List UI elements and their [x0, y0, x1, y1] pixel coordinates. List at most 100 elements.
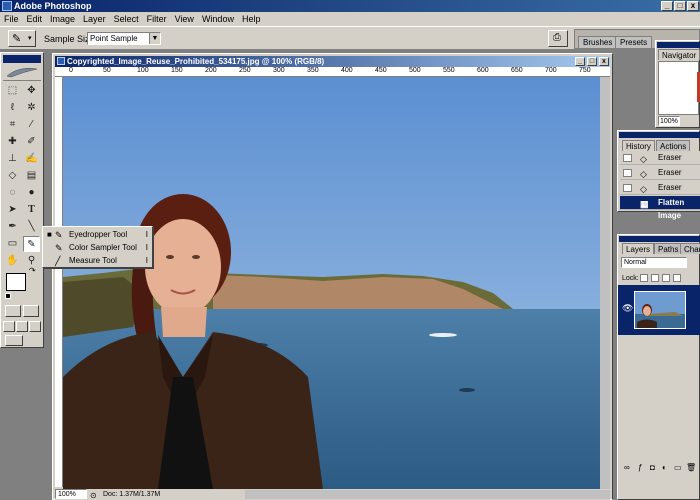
status-arrow-icon[interactable]: ⊙: [90, 490, 97, 500]
history-row[interactable]: ◇ Eraser: [620, 151, 700, 165]
minimize-button[interactable]: _: [661, 1, 673, 11]
eraser-tool-icon[interactable]: ◇: [4, 168, 21, 184]
clone-stamp-tool-icon[interactable]: ⊥: [4, 151, 21, 167]
history-row[interactable]: ◇ Eraser: [620, 181, 700, 195]
history-snapshot-checkbox[interactable]: [623, 169, 632, 177]
sample-size-value: Point Sample: [90, 34, 138, 43]
menu-filter[interactable]: Filter: [143, 12, 171, 26]
image-canvas[interactable]: [63, 77, 600, 489]
history-snapshot-checkbox[interactable]: [623, 154, 632, 162]
lock-label: Lock:: [622, 275, 639, 282]
vertical-scrollbar[interactable]: [600, 77, 610, 489]
layer-row-background[interactable]: 👁: [618, 285, 700, 335]
move-tool-icon[interactable]: ✥: [23, 83, 40, 99]
flyout-item-color-sampler[interactable]: ✎ Color Sampler Tool I: [45, 241, 151, 254]
toolbox: ⬚ ✥ ℓ ✲ ⌗ ⁄ ✚ ✐ ⊥ ✍ ◇ ▤ ◌ ● ➤ T ✒ ╲ ▭ ✎ …: [0, 52, 44, 348]
quick-mask-button[interactable]: [23, 305, 39, 317]
flyout-item-measure[interactable]: ╱ Measure Tool I: [45, 254, 151, 267]
doc-maximize-button[interactable]: □: [587, 57, 597, 66]
line-tool-icon[interactable]: ╲: [23, 219, 40, 235]
close-button[interactable]: x: [687, 1, 699, 11]
layer-visibility-eye-icon[interactable]: 👁: [622, 303, 633, 314]
blend-mode-select[interactable]: Normal: [621, 257, 687, 268]
adjustment-layer-icon[interactable]: ◐: [662, 463, 667, 472]
tab-channels[interactable]: Channels: [680, 243, 700, 254]
link-layers-icon[interactable]: ∞: [624, 463, 630, 472]
horizontal-scrollbar[interactable]: [245, 490, 610, 499]
history-row[interactable]: ◇ Eraser: [620, 166, 700, 180]
tab-paths[interactable]: Paths: [654, 243, 683, 254]
layer-style-icon[interactable]: ƒ: [638, 463, 642, 472]
standard-screen-mode-button[interactable]: [3, 321, 15, 332]
palette-well-tab-brushes[interactable]: Brushes: [578, 36, 618, 48]
slice-tool-icon[interactable]: ⁄: [23, 117, 40, 133]
maximize-button[interactable]: □: [674, 1, 686, 11]
lock-image-checkbox[interactable]: [651, 274, 659, 282]
swap-colors-icon[interactable]: ↷: [29, 266, 36, 275]
gradient-tool-icon[interactable]: ▤: [23, 168, 40, 184]
navigator-zoom-field[interactable]: 100%: [658, 116, 680, 126]
menu-layer[interactable]: Layer: [79, 12, 110, 26]
navigator-panel: Navigator 100%: [655, 40, 700, 128]
crop-tool-icon[interactable]: ⌗: [4, 117, 21, 133]
sample-size-select[interactable]: Point Sample ▼: [87, 32, 161, 45]
healing-brush-tool-icon[interactable]: ✚: [4, 134, 21, 150]
history-snapshot-checkbox[interactable]: [623, 184, 632, 192]
doc-minimize-button[interactable]: _: [575, 57, 585, 66]
imageready-jump-button[interactable]: [5, 335, 23, 346]
marquee-tool-icon[interactable]: ⬚: [4, 83, 21, 99]
full-screen-mode-button[interactable]: [29, 321, 41, 332]
layer-mask-icon[interactable]: ◘: [650, 463, 655, 472]
doc-close-button[interactable]: x: [599, 57, 609, 66]
magic-wand-tool-icon[interactable]: ✲: [23, 100, 40, 116]
lock-all-checkbox[interactable]: [673, 274, 681, 282]
pen-tool-icon[interactable]: ✒: [4, 219, 21, 235]
path-selection-tool-icon[interactable]: ➤: [4, 202, 21, 218]
vertical-ruler[interactable]: [55, 77, 63, 487]
tab-actions[interactable]: Actions: [656, 140, 691, 151]
lock-transparency-checkbox[interactable]: [640, 274, 648, 282]
lock-position-checkbox[interactable]: [662, 274, 670, 282]
navigator-thumbnail[interactable]: [658, 61, 700, 115]
menu-window[interactable]: Window: [198, 12, 238, 26]
notes-tool-icon[interactable]: ▭: [4, 236, 21, 252]
layers-panel: Layers Paths Channels Normal Lock: 👁 ∞ ƒ…: [617, 234, 700, 500]
trash-icon[interactable]: 🗑: [686, 463, 696, 472]
tool-preset-picker[interactable]: ✎ ▾: [8, 30, 36, 47]
new-layer-set-icon[interactable]: ▭: [674, 463, 682, 472]
full-screen-menu-mode-button[interactable]: [16, 321, 28, 332]
menu-edit[interactable]: Edit: [23, 12, 47, 26]
foreground-color-swatch[interactable]: [6, 273, 26, 291]
hand-tool-icon[interactable]: ✋: [4, 253, 21, 269]
tab-navigator[interactable]: Navigator: [658, 49, 700, 60]
document-title: Copyrighted_Image_Reuse_Prohibited_53417…: [67, 57, 325, 66]
type-tool-icon[interactable]: T: [23, 202, 40, 218]
blur-tool-icon[interactable]: ◌: [4, 185, 21, 201]
ruler-tick-label: 600: [477, 67, 489, 74]
eyedropper-tool-icon[interactable]: ✎: [23, 236, 40, 252]
ruler-tick-label: 100: [137, 67, 149, 74]
layer-thumbnail: [634, 291, 686, 329]
dodge-tool-icon[interactable]: ●: [23, 185, 40, 201]
default-colors-icon[interactable]: [5, 293, 11, 299]
history-brush-tool-icon[interactable]: ✍: [23, 151, 40, 167]
ruler-tick-label: 150: [171, 67, 183, 74]
horizontal-ruler[interactable]: 0 50 100 150 200 250 300 350 400 450 500 550 600 650 7…: [55, 67, 610, 77]
menu-file[interactable]: File: [0, 12, 23, 26]
menu-help[interactable]: Help: [238, 12, 265, 26]
lasso-tool-icon[interactable]: ℓ: [4, 100, 21, 116]
history-row-selected[interactable]: ▦ Flatten Image: [620, 196, 700, 220]
tab-layers[interactable]: Layers: [622, 243, 655, 254]
menu-image[interactable]: Image: [46, 12, 79, 26]
menu-view[interactable]: View: [171, 12, 198, 26]
flyout-item-eyedropper[interactable]: ■ ✎ Eyedropper Tool I: [45, 228, 151, 241]
file-browser-button[interactable]: ⎙: [548, 30, 568, 47]
tab-history[interactable]: History: [622, 140, 655, 151]
zoom-level-field[interactable]: 100%: [55, 489, 87, 499]
menu-select[interactable]: Select: [110, 12, 143, 26]
standard-mode-button[interactable]: [5, 305, 21, 317]
brush-tool-icon[interactable]: ✐: [23, 134, 40, 150]
flyout-item-label: Eyedropper Tool: [69, 230, 128, 239]
eraser-icon: ◇: [640, 154, 647, 164]
palette-well-tab-presets[interactable]: Presets: [615, 36, 653, 48]
